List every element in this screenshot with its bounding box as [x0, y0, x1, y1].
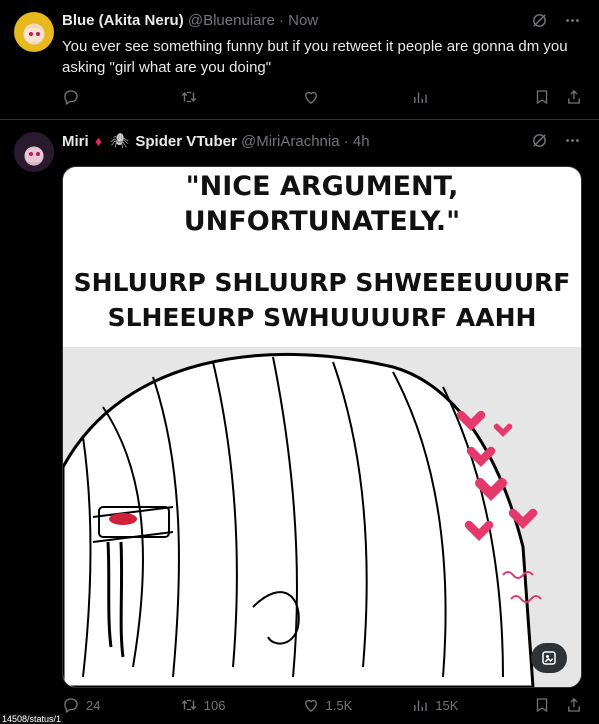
- avatar[interactable]: [14, 12, 54, 52]
- caption-line: SLHEEURP SWHUUUURF AAHH: [107, 303, 537, 332]
- status-bar-url: 14508/status/1: [0, 714, 64, 724]
- tweet-2[interactable]: Miri ♦ 🕷 Spider VTuber @MiriArachnia · 4…: [0, 120, 599, 724]
- reply-icon: [64, 698, 78, 713]
- grok-icon[interactable]: [531, 12, 548, 34]
- views-button[interactable]: [411, 88, 533, 106]
- like-button[interactable]: 1.5K: [302, 696, 412, 714]
- avatar-eye: [36, 152, 40, 156]
- spider-icon: 🕷: [110, 133, 130, 150]
- separator: ·: [278, 12, 284, 29]
- action-bar: [62, 88, 583, 106]
- separator: ·: [343, 133, 349, 150]
- reply-icon: [64, 90, 78, 105]
- user-handle[interactable]: @Bluenuiare: [188, 12, 275, 29]
- header-icons: [531, 132, 581, 154]
- alt-text-button[interactable]: [531, 643, 567, 673]
- avatar-face: [25, 148, 43, 162]
- views-count: 15K: [435, 697, 459, 713]
- bookmark-button[interactable]: [533, 696, 565, 714]
- header-icons: [531, 12, 581, 34]
- more-icon[interactable]: [564, 12, 581, 34]
- views-icon: [414, 92, 427, 103]
- avatar-eye: [29, 152, 33, 156]
- bookmark-icon: [536, 698, 548, 713]
- grok-icon[interactable]: [531, 132, 548, 154]
- tweet-header: Blue (Akita Neru) @Bluenuiare · Now: [62, 12, 318, 29]
- views-button[interactable]: 15K: [411, 696, 533, 714]
- retweet-icon: [181, 699, 196, 711]
- share-button[interactable]: [565, 696, 583, 714]
- caption-line: SHLUURP SHLUURP SHWEEEUUURF: [73, 268, 571, 297]
- share-icon: [568, 698, 580, 712]
- diamond-icon: ♦: [94, 133, 102, 149]
- avatar-eye: [36, 32, 40, 36]
- reply-button[interactable]: [62, 88, 180, 106]
- retweet-count: 106: [203, 697, 226, 713]
- retweet-icon: [181, 91, 196, 103]
- image-caption: "NICE ARGUMENT, UNFORTUNATELY." SHLUURP …: [63, 167, 581, 347]
- retweet-button[interactable]: 106: [180, 696, 302, 714]
- caption-line: "NICE ARGUMENT,: [185, 171, 459, 202]
- user-handle[interactable]: @MiriArachnia: [241, 133, 340, 150]
- display-name-suffix[interactable]: Spider VTuber: [135, 133, 236, 150]
- like-icon: [304, 699, 317, 712]
- avatar[interactable]: [14, 132, 54, 172]
- like-count: 1.5K: [325, 697, 353, 713]
- reply-button[interactable]: 24: [62, 696, 180, 714]
- display-name[interactable]: Miri: [62, 133, 89, 150]
- reply-count: 24: [86, 697, 101, 713]
- like-button[interactable]: [302, 88, 412, 106]
- caption-line: UNFORTUNATELY.": [183, 206, 461, 237]
- share-button[interactable]: [565, 88, 583, 106]
- tweet-header: Miri ♦ 🕷 Spider VTuber @MiriArachnia · 4…: [62, 132, 370, 150]
- bookmark-button[interactable]: [533, 88, 565, 106]
- bookmark-icon: [536, 90, 548, 105]
- sketch-illustration: [63, 347, 581, 687]
- avatar-eye: [29, 32, 33, 36]
- like-icon: [304, 91, 317, 104]
- more-icon[interactable]: [564, 132, 581, 154]
- avatar-face: [25, 28, 43, 42]
- retweet-button[interactable]: [180, 88, 302, 106]
- display-name[interactable]: Blue (Akita Neru): [62, 12, 184, 29]
- sketch-drawing: [63, 347, 581, 687]
- alt-text-icon: [542, 651, 556, 665]
- share-icon: [568, 90, 580, 104]
- action-bar: 24 106 1.5K 15K: [62, 696, 583, 714]
- tweet-text: You ever see something funny but if you …: [62, 38, 568, 76]
- timestamp[interactable]: Now: [288, 12, 318, 29]
- views-icon: [414, 700, 427, 711]
- media-image[interactable]: "NICE ARGUMENT, UNFORTUNATELY." SHLUURP …: [62, 166, 582, 688]
- tweet-1[interactable]: Blue (Akita Neru) @Bluenuiare · Now You …: [0, 0, 599, 120]
- timestamp[interactable]: 4h: [353, 133, 370, 150]
